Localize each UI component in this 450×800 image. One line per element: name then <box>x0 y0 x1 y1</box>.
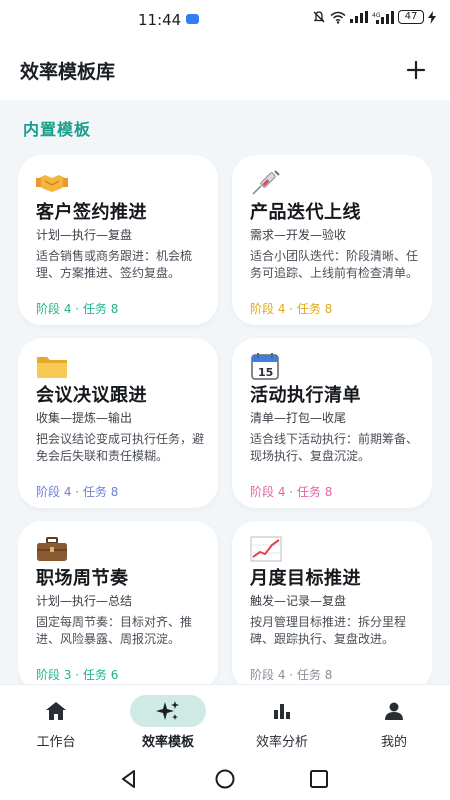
template-card-customer-signing[interactable]: 客户签约推进 计划—执行—复盘 适合销售或商务跟进：机会梳理、方案推进、签约复盘… <box>18 155 218 325</box>
nav-label: 效率分析 <box>255 735 308 750</box>
handshake-icon <box>36 175 68 192</box>
plus-icon <box>406 60 426 80</box>
svg-text:15: 15 <box>258 366 273 379</box>
syringe-icon <box>252 170 280 195</box>
status-bar: 11:44 4G 47 <box>0 0 450 40</box>
card-meta: 阶段 4 · 任务 8 <box>250 668 333 682</box>
template-grid: 客户签约推进 计划—执行—复盘 适合销售或商务跟进：机会梳理、方案推进、签约复盘… <box>18 155 432 685</box>
template-card-event-checklist[interactable]: 15 活动执行清单 清单—打包—收尾 适合线下活动执行：前期筹备、现场执行、复盘… <box>232 338 432 508</box>
calendar-icon: 15 <box>251 353 279 380</box>
card-description: 把会议结论变成可执行任务，避免会后失联和责任模糊。 <box>36 432 205 463</box>
template-card-monthly-goals[interactable]: 月度目标推进 触发—记录—复盘 按月管理目标推进：拆分里程碑、跟踪执行、复盘改进… <box>232 521 432 685</box>
nav-label: 工作台 <box>36 735 76 750</box>
charging-icon <box>428 10 436 24</box>
section-title: 内置模板 <box>23 120 92 139</box>
card-meta: 阶段 4 · 任务 8 <box>36 302 119 316</box>
bar-chart-icon <box>274 704 290 719</box>
card-meta: 阶段 4 · 任务 8 <box>250 485 333 499</box>
card-title: 会议决议跟进 <box>36 385 147 406</box>
card-title: 活动执行清单 <box>250 385 361 406</box>
svg-text:4G: 4G <box>372 12 381 19</box>
card-description: 固定每周节奏：目标对齐、推进、风险暴露、周报沉淀。 <box>36 615 193 646</box>
mute-icon <box>313 11 325 23</box>
card-description: 适合小团队迭代：阶段清晰、任务可追踪、上线前有检查清单。 <box>250 249 419 280</box>
card-title: 月度目标推进 <box>250 568 361 589</box>
card-flow: 计划—执行—总结 <box>36 594 133 608</box>
card-meta: 阶段 4 · 任务 8 <box>250 302 333 316</box>
chart-up-icon <box>250 536 282 562</box>
battery-icon: 47 <box>398 10 424 24</box>
card-title: 职场周节奏 <box>36 568 129 589</box>
app-bar: 效率模板库 <box>0 40 450 100</box>
card-title: 客户签约推进 <box>36 202 147 223</box>
card-meta: 阶段 3 · 任务 6 <box>36 668 119 682</box>
home-circle-icon[interactable] <box>214 768 236 790</box>
home-icon <box>46 702 66 720</box>
card-meta: 阶段 4 · 任务 8 <box>36 485 119 499</box>
nav-label: 效率模板 <box>141 735 194 750</box>
card-flow: 清单—打包—收尾 <box>250 411 347 425</box>
nav-item-workbench[interactable]: 工作台 <box>0 685 112 757</box>
system-nav-bar <box>0 756 450 800</box>
add-template-button[interactable] <box>400 54 432 86</box>
nav-label: 我的 <box>380 735 407 750</box>
template-card-meeting-followup[interactable]: 会议决议跟进 收集—提炼—输出 把会议结论变成可执行任务，避免会后失联和责任模糊… <box>18 338 218 508</box>
card-description: 按月管理目标推进：拆分里程碑、跟踪执行、复盘改进。 <box>250 615 407 646</box>
page-title: 效率模板库 <box>20 61 116 83</box>
card-flow: 需求—开发—验收 <box>250 228 347 242</box>
card-title: 产品迭代上线 <box>250 202 361 223</box>
signal-icon <box>350 11 368 23</box>
template-card-weekly-rhythm[interactable]: 职场周节奏 计划—执行—总结 固定每周节奏：目标对齐、推进、风险暴露、周报沉淀。… <box>18 521 218 685</box>
card-description: 适合销售或商务跟进：机会梳理、方案推进、签约复盘。 <box>36 249 193 280</box>
recents-icon[interactable] <box>308 768 330 790</box>
bottom-nav: 工作台 效率模板 效率分析 我的 <box>0 684 450 756</box>
status-time: 11:44 <box>138 11 182 29</box>
template-card-product-iteration[interactable]: 产品迭代上线 需求—开发—验收 适合小团队迭代：阶段清晰、任务可追踪、上线前有检… <box>232 155 432 325</box>
folder-icon <box>37 357 67 378</box>
nav-item-templates[interactable]: 效率模板 <box>112 685 224 757</box>
nav-item-profile[interactable]: 我的 <box>338 685 450 757</box>
status-icons: 4G 47 <box>312 10 436 24</box>
back-icon[interactable] <box>118 768 140 790</box>
nav-item-analysis[interactable]: 效率分析 <box>226 685 338 757</box>
signal-4g-icon: 4G <box>372 10 394 24</box>
card-description: 适合线下活动执行：前期筹备、现场执行、复盘沉淀。 <box>250 432 419 463</box>
wifi-icon <box>330 11 346 24</box>
briefcase-icon <box>37 537 67 561</box>
card-flow: 触发—记录—复盘 <box>250 594 347 608</box>
card-flow: 收集—提炼—输出 <box>36 411 133 425</box>
sparkle-icon <box>156 701 179 720</box>
card-flow: 计划—执行—复盘 <box>36 228 133 242</box>
person-icon <box>385 702 403 720</box>
notification-badge-icon <box>186 14 199 24</box>
